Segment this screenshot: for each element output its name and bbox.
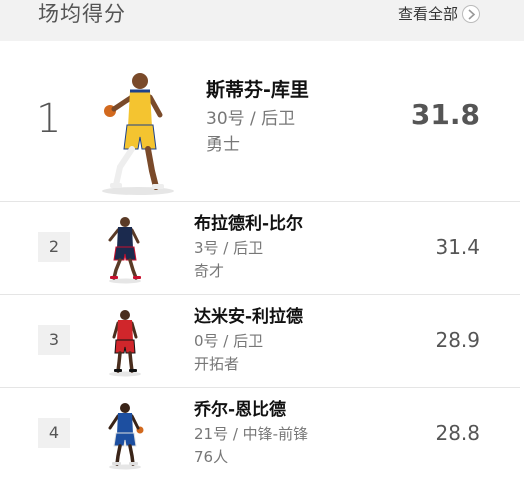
view-all-link[interactable]: 查看全部	[398, 4, 458, 24]
player-photo	[100, 400, 150, 470]
player-photo	[90, 67, 190, 197]
stat-value: 28.8	[435, 421, 480, 445]
player-photo	[100, 307, 150, 377]
player-number-position: 3号 / 后卫	[194, 239, 264, 257]
stat-value: 31.8	[410, 98, 480, 131]
player-number-position: 30号 / 后卫	[206, 109, 296, 129]
stat-value: 28.9	[435, 328, 480, 352]
section-header: 场均得分 查看全部	[0, 0, 524, 41]
player-team: 勇士	[206, 135, 240, 155]
player-team: 奇才	[194, 262, 225, 280]
leader-row-1[interactable]: 1 斯蒂芬-库里 30号 / 后卫 勇士 31.8	[0, 41, 520, 202]
player-number-position: 21号 / 中锋-前锋	[194, 425, 309, 443]
leader-row-3[interactable]: 3 达米安-利拉德 0号 / 后卫 开拓者 28.9	[0, 295, 520, 388]
player-number-position: 0号 / 后卫	[194, 332, 264, 350]
chevron-right-icon[interactable]	[462, 5, 480, 23]
player-name[interactable]: 达米安-利拉德	[194, 305, 303, 329]
leader-row-4[interactable]: 4 乔尔-恩比德 21号 / 中锋-前锋 76人 28.8	[0, 388, 520, 477]
player-photo	[100, 214, 150, 284]
rank-badge: 2	[38, 232, 70, 262]
player-name[interactable]: 斯蒂芬-库里	[206, 77, 309, 103]
player-name[interactable]: 乔尔-恩比德	[194, 398, 286, 422]
section-title: 场均得分	[38, 2, 126, 26]
stat-value: 31.4	[435, 235, 480, 259]
rank-badge: 3	[38, 325, 70, 355]
leader-row-2[interactable]: 2 布拉德利-比尔 3号 / 后卫 奇才 31.4	[0, 202, 520, 295]
scoring-leaders-panel: 场均得分 查看全部 1 斯蒂芬-库里 30号 / 后卫 勇士 31.8 2 布拉…	[0, 0, 524, 477]
player-name[interactable]: 布拉德利-比尔	[194, 212, 303, 236]
rank-badge: 4	[38, 418, 70, 448]
rank-number: 1	[36, 96, 62, 142]
player-team: 开拓者	[194, 355, 240, 373]
player-team: 76人	[194, 448, 229, 466]
